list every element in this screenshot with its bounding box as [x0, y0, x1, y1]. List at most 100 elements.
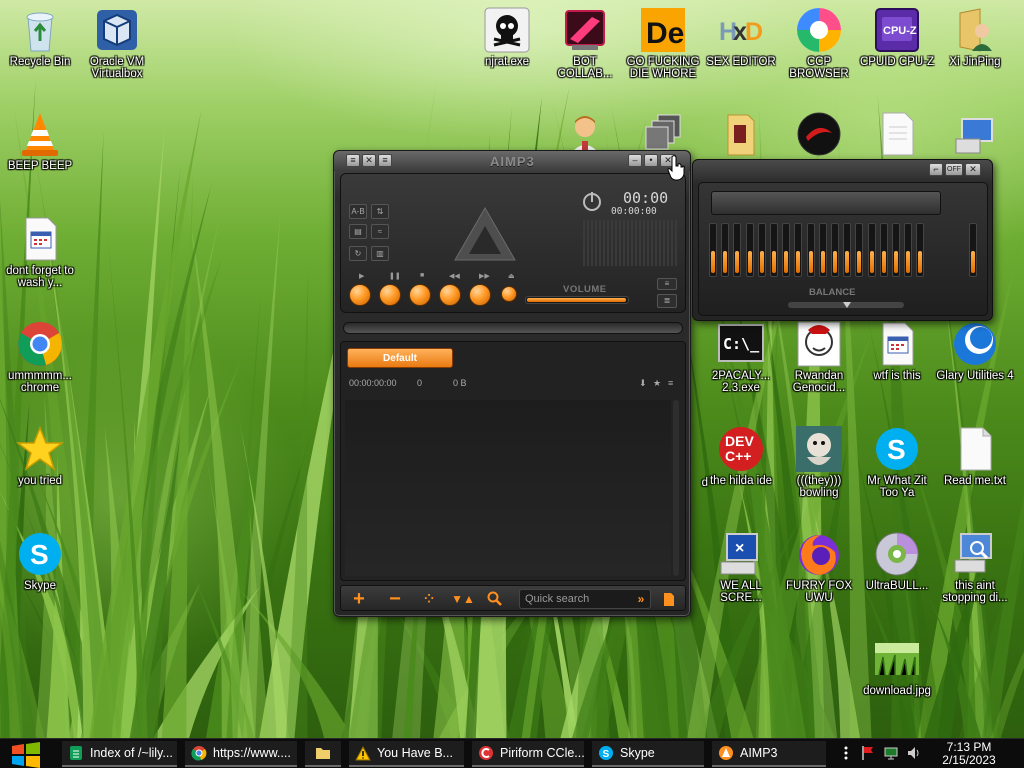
- volume-icon[interactable]: [906, 745, 922, 761]
- task-aimp[interactable]: AIMP3: [712, 741, 826, 767]
- eq-preamp-slider[interactable]: [969, 223, 977, 277]
- desktop-icon-hxd[interactable]: HxD SEX EDITOR: [701, 6, 781, 68]
- eq-close-button[interactable]: ✕: [965, 163, 981, 176]
- mini-mode-button[interactable]: ≡: [657, 278, 677, 290]
- select-button[interactable]: ⁘: [415, 589, 443, 609]
- desktop-icon-wtf[interactable]: wtf is this: [857, 320, 937, 382]
- desktop-icon-mr-what[interactable]: S Mr What Zit Too Ya: [857, 425, 937, 499]
- desktop-icon-go-die[interactable]: De GO FUCKING DIE WHORE: [623, 6, 703, 80]
- power-icon[interactable]: [581, 190, 603, 212]
- flag-notification-icon[interactable]: [860, 745, 876, 761]
- eq-off-toggle[interactable]: OFF: [945, 163, 963, 176]
- aimp-menu-button[interactable]: ≡: [346, 154, 360, 167]
- task-skype[interactable]: S Skype: [592, 741, 704, 767]
- eq-band-slider[interactable]: [916, 223, 925, 277]
- open-button[interactable]: [501, 286, 517, 302]
- playlist-tab-default[interactable]: Default: [347, 348, 453, 368]
- desktop-icon-download-jpg[interactable]: download.jpg: [857, 635, 937, 697]
- seek-bar[interactable]: [343, 322, 683, 334]
- eq-band-slider[interactable]: [867, 223, 876, 277]
- desktop-icon-ccp-browser[interactable]: CCP BROWSER: [779, 6, 859, 80]
- volume-slider[interactable]: [525, 296, 629, 304]
- eq-band-slider[interactable]: [757, 223, 766, 277]
- playlist-track-list[interactable]: [345, 400, 671, 576]
- sound-effects-button[interactable]: ≈: [371, 224, 389, 239]
- download-icon[interactable]: ⬇: [639, 378, 647, 389]
- desktop-icon-chrome[interactable]: ummmmm... chrome: [0, 320, 80, 394]
- eq-preset-display[interactable]: [711, 191, 941, 215]
- task-ccleaner[interactable]: Piriform CCle...: [472, 741, 584, 767]
- aimp-player-window[interactable]: ≡ ✕ ≡ AIMP3 – • ✕ A-B ⇅ ▤ ≈ ↻ ▥ 00:00 00…: [333, 150, 691, 617]
- remove-files-button[interactable]: −: [381, 588, 409, 610]
- aimp-titlebar[interactable]: ≡ ✕ ≡ AIMP3 – • ✕: [334, 151, 690, 171]
- next-button[interactable]: [469, 284, 491, 306]
- favorite-star-icon[interactable]: ★: [653, 378, 661, 389]
- eq-band-slider[interactable]: [843, 223, 852, 277]
- desktop-icon-readme[interactable]: Read me.txt: [935, 425, 1015, 487]
- repeat-button[interactable]: ↻: [349, 246, 367, 261]
- desktop-icon-blank-doc[interactable]: [857, 110, 937, 158]
- desktop-icon-dont-forget[interactable]: dont forget to wash y...: [0, 215, 80, 289]
- quick-search-go-icon[interactable]: »: [627, 589, 655, 609]
- eq-band-slider[interactable]: [892, 223, 900, 277]
- ab-repeat-button[interactable]: A-B: [349, 204, 367, 219]
- add-files-button[interactable]: +: [345, 588, 373, 610]
- desktop-icon-this-aint[interactable]: this aint stopping di...: [935, 530, 1015, 604]
- eq-band-slider[interactable]: [831, 223, 839, 277]
- search-icon[interactable]: [481, 589, 509, 609]
- eq-band-slider[interactable]: [806, 223, 815, 277]
- desktop-icon-bot-collab[interactable]: BOT COLLAB...: [545, 6, 625, 80]
- sort-button[interactable]: ▼▲: [449, 589, 477, 609]
- desktop-icon-cpuz[interactable]: CPU-Z CPUID CPU-Z: [857, 6, 937, 68]
- desktop-icon-ultra[interactable]: UltraBULL...: [857, 530, 937, 592]
- aimp-minimize-button[interactable]: –: [628, 154, 642, 167]
- playlist-menu-icon[interactable]: ≡: [668, 378, 673, 388]
- desktop-icon-folder-doc[interactable]: [701, 110, 781, 158]
- aimp-pin-button[interactable]: •: [644, 154, 658, 167]
- desktop-icon-rwandan[interactable]: Rwandan Genocid...: [779, 320, 859, 394]
- eq-band-slider[interactable]: [794, 223, 803, 277]
- desktop-icon-glary[interactable]: Glary Utilities 4: [935, 320, 1015, 382]
- pause-button[interactable]: [379, 284, 401, 306]
- eq-band-slider[interactable]: [733, 223, 742, 277]
- stop-button[interactable]: [409, 284, 431, 306]
- tempo-button[interactable]: ⇅: [371, 204, 389, 219]
- desktop-icon-vlc[interactable]: BEEP BEEP: [0, 110, 80, 172]
- desktop-icon-firefox[interactable]: FURRY FOX UWU: [779, 530, 859, 604]
- more-menu-icon[interactable]: [838, 745, 854, 761]
- aimp-settings-button[interactable]: ✕: [362, 154, 376, 167]
- eq-band-slider[interactable]: [709, 223, 717, 277]
- desktop-icon-red-logo[interactable]: [779, 110, 859, 158]
- previous-button[interactable]: [439, 284, 461, 306]
- eq-band-slider[interactable]: [782, 223, 791, 277]
- playlist-mode-button[interactable]: ≣: [657, 294, 677, 308]
- desktop-icon-2pacaly[interactable]: C:\_ 2PACALY... 2.3.exe: [701, 320, 781, 394]
- desktop-icon-computer[interactable]: [935, 110, 1015, 158]
- desktop-icon-xi-jinping[interactable]: Xi JinPing: [935, 6, 1015, 68]
- desktop-icon-njrat[interactable]: njrat.exe: [467, 6, 547, 68]
- task-chrome[interactable]: https://www....: [185, 741, 297, 767]
- desktop-icon-recycle-bin[interactable]: Recycle Bin: [0, 6, 80, 68]
- eq-band-slider[interactable]: [721, 223, 730, 277]
- playlist-toggle-button[interactable]: ▤: [349, 224, 367, 239]
- task-warning[interactable]: You Have B...: [349, 741, 464, 767]
- desktop-icon-virtualbox[interactable]: Oracle VM Virtualbox: [77, 6, 157, 80]
- network-icon[interactable]: [883, 745, 899, 761]
- desktop-icon-we-all[interactable]: × WE ALL SCRE...: [701, 530, 781, 604]
- balance-slider[interactable]: [787, 301, 905, 309]
- taskbar-clock[interactable]: 7:13 PM 2/15/2023: [934, 741, 1004, 767]
- task-folder[interactable]: [305, 741, 341, 767]
- playlist-scrollbar[interactable]: [673, 400, 679, 576]
- aimp-skin-button[interactable]: ≡: [378, 154, 392, 167]
- windows-start-icon[interactable]: [6, 742, 46, 768]
- task-sheets[interactable]: Index of /~lily...: [62, 741, 177, 767]
- equalizer-button[interactable]: ▥: [371, 246, 389, 261]
- eq-band-slider[interactable]: [879, 223, 888, 277]
- eq-band-slider[interactable]: [818, 223, 827, 277]
- eq-band-slider[interactable]: [904, 223, 913, 277]
- desktop-icon-bowling[interactable]: (((they))) bowling: [779, 425, 859, 499]
- desktop-icon-dev-cpp[interactable]: DEV C++ the hilda ide: [701, 425, 781, 487]
- equalizer-window[interactable]: ⌐ OFF ✕ BALANCE: [692, 159, 993, 321]
- playlist-file-icon[interactable]: [655, 589, 683, 609]
- play-button[interactable]: [349, 284, 371, 306]
